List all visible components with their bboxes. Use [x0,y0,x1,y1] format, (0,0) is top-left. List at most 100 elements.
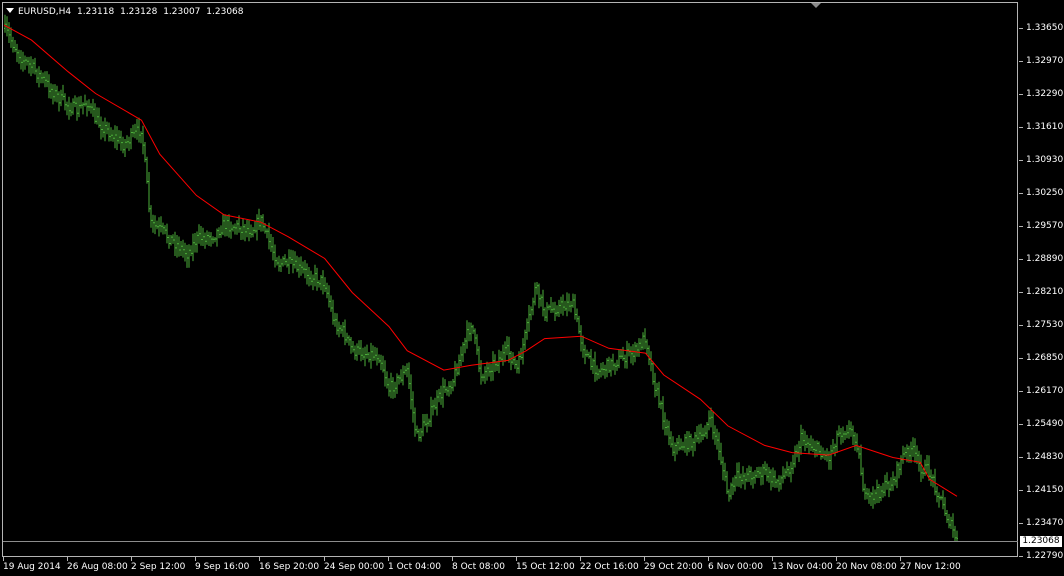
price-bar [374,346,376,361]
price-axis-label: 1.30930 [1026,155,1064,165]
price-bar [124,139,126,157]
price-bar [332,299,334,325]
price-axis-tick [1019,556,1023,557]
price-bar [420,428,422,442]
price-bar [172,234,174,244]
price-bar [548,304,550,311]
price-bar [316,267,318,291]
price-bar [540,294,542,307]
price-bar [56,85,58,103]
dropdown-triangle-icon[interactable] [6,8,14,13]
price-axis-tick [1019,523,1023,524]
price-bar [828,451,830,470]
price-bar [954,525,956,542]
price-bar [398,374,400,385]
price-bar [214,237,216,243]
price-bar [342,322,344,338]
price-bar [882,482,884,498]
price-bar [84,94,86,107]
price-bar [810,435,812,451]
price-bar [690,433,692,451]
price-bar [426,413,428,433]
price-bar [612,353,614,371]
price-bar [170,235,172,246]
price-bar [466,320,468,349]
price-bar [802,428,804,446]
price-bar [286,258,288,268]
price-bar [848,420,850,439]
price-bar [470,322,472,342]
price-bar [564,300,566,311]
price-axis-tick [1019,292,1023,293]
time-axis-label: 24 Sep 00:00 [324,562,385,572]
price-bar [456,363,458,377]
price-axis-tick [1019,259,1023,260]
price-bar [402,365,404,386]
price-bar [892,471,894,491]
price-bar [716,428,718,450]
price-bar [698,424,700,444]
price-bar [176,235,178,258]
price-bar [104,117,106,142]
price-chart[interactable] [0,0,1064,576]
price-axis-label: 1.31610 [1026,122,1064,132]
price-bar [166,223,168,244]
price-bar [486,361,488,381]
chart-shift-marker-icon[interactable] [811,3,821,8]
price-bar [822,447,824,459]
price-bar [484,366,486,384]
price-bar [734,475,736,492]
price-bar [54,84,56,102]
price-bar [362,347,364,360]
price-bar [212,236,214,244]
price-bar [392,377,394,399]
price-bar [250,224,252,238]
price-bar [562,294,564,316]
price-bar [688,431,690,453]
price-bar [684,434,686,453]
price-bar [14,40,16,53]
chart-window[interactable]: EURUSD,H4 1.23118 1.23128 1.23007 1.2306… [0,0,1064,576]
price-bar [272,237,274,261]
price-bar [276,257,278,266]
price-bar [722,456,724,481]
price-bar [258,208,260,230]
price-bar [776,478,778,488]
price-bar [280,258,282,272]
price-bar [382,355,384,373]
price-bar [938,492,940,508]
time-axis-tick [708,557,709,561]
price-bar [624,354,626,369]
price-bar [926,455,928,474]
price-bar [948,514,950,529]
price-axis-label: 1.28210 [1026,287,1064,297]
price-bar [758,466,760,478]
price-bar [924,459,926,476]
price-bar [114,125,116,149]
price-bar [28,56,30,74]
price-bar [818,441,820,455]
time-axis-label: 27 Nov 12:00 [900,562,961,572]
price-bar [856,433,858,453]
price-bar [652,361,654,385]
price-bar [474,328,476,345]
price-bar [626,340,628,369]
price-bar [536,282,538,295]
price-bar [878,484,880,503]
price-bar [282,256,284,267]
price-bar [674,442,676,462]
price-bar [616,359,618,371]
price-bar [602,362,604,376]
price-bar [10,27,12,48]
price-bar [428,418,430,427]
price-axis-tick [1019,457,1023,458]
price-bar [746,468,748,483]
price-bar [500,351,502,362]
price-bar [956,530,958,542]
price-bar [800,424,802,455]
price-bar [128,136,130,151]
price-bar [846,425,848,439]
time-axis-label: 20 Nov 08:00 [836,562,897,572]
symbol-timeframe: EURUSD,H4 [18,7,72,17]
price-bar [620,349,622,359]
